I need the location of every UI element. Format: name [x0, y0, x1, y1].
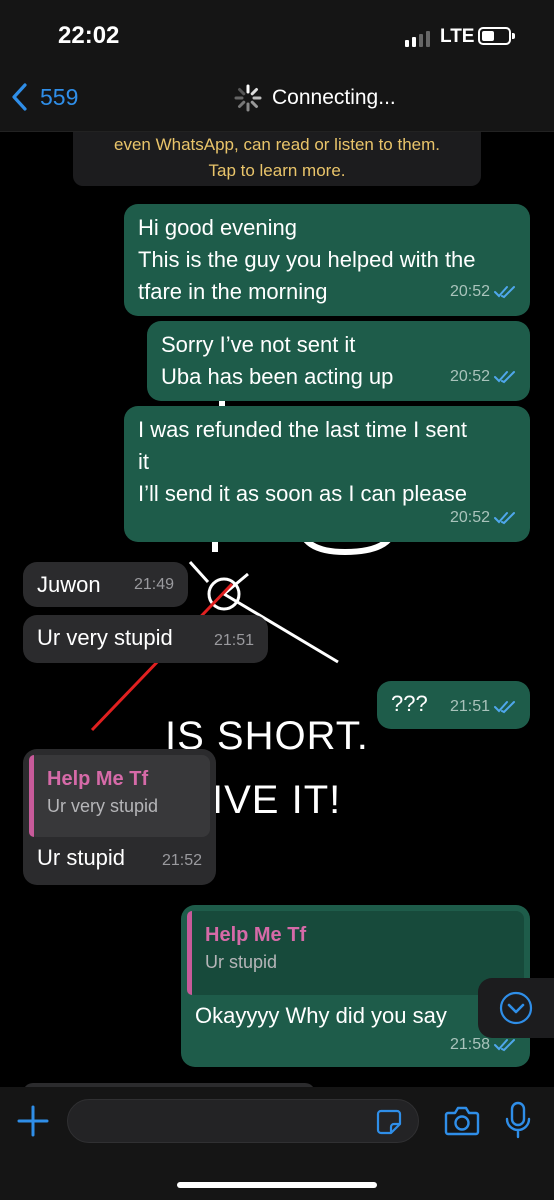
- double-check-icon: [494, 371, 515, 384]
- back-label: 559: [40, 83, 79, 110]
- double-check-icon: [494, 1039, 515, 1052]
- network-type: LTE: [440, 26, 475, 47]
- notice-line-2: Tap to learn more.: [208, 161, 346, 180]
- message-meta: 21:49: [134, 569, 174, 601]
- spinner-icon: [234, 84, 262, 112]
- camera-icon[interactable]: [444, 1105, 480, 1137]
- message-bubble[interactable]: Sorry I’ve not sent it Uba has been acti…: [147, 321, 530, 401]
- quoted-message[interactable]: Help Me Tf Ur stupid: [187, 911, 524, 995]
- message-input[interactable]: [67, 1099, 419, 1143]
- message-text: This is the guy you helped with the: [138, 247, 476, 272]
- quoted-text: Ur stupid: [205, 952, 278, 972]
- message-text: Okayyyy Why did you say: [195, 1003, 447, 1028]
- chat-area[interactable]: IS SHORT. IVE IT! even WhatsApp, can rea…: [0, 132, 554, 1087]
- notice-line-1: even WhatsApp, can read or listen to the…: [113, 135, 440, 154]
- message-bubble[interactable]: I was refunded the last time I sent it I…: [124, 406, 530, 542]
- battery-icon: [478, 27, 515, 45]
- message-meta: 20:52: [450, 502, 516, 534]
- message-text: it: [138, 449, 149, 474]
- message-time: 20:52: [449, 283, 490, 300]
- message-time: 21:51: [449, 698, 490, 715]
- message-time: 21:51: [213, 632, 254, 649]
- encryption-notice[interactable]: even WhatsApp, can read or listen to the…: [73, 132, 481, 186]
- quoted-text: Ur very stupid: [47, 796, 159, 816]
- wallpaper-text-line2: IVE IT!: [212, 778, 342, 822]
- signal-strength-icon: [405, 31, 430, 47]
- message-bubble[interactable]: Ur very stupid 21:51: [23, 615, 268, 663]
- message-bubble[interactable]: ??? 21:51: [377, 681, 530, 729]
- back-button[interactable]: 559: [10, 82, 78, 112]
- message-meta: 20:52: [450, 276, 516, 308]
- message-text: Sorry I’ve not sent it: [161, 332, 356, 357]
- scroll-to-bottom-button[interactable]: [478, 978, 554, 1038]
- plus-icon[interactable]: [16, 1104, 50, 1138]
- chat-header: 559 Connecting...: [0, 70, 554, 132]
- status-bar: 22:02 LTE: [0, 0, 554, 70]
- quoted-message[interactable]: Help Me Tf Ur very stupid: [29, 755, 210, 837]
- chevron-left-icon: [12, 83, 27, 111]
- message-meta: 21:51: [214, 625, 254, 657]
- microphone-icon[interactable]: [505, 1101, 531, 1139]
- header-title: Connecting...: [272, 86, 396, 109]
- double-check-icon: [494, 286, 515, 299]
- message-time: 20:52: [449, 368, 490, 385]
- message-meta: 21:51: [450, 691, 516, 723]
- double-check-icon: [494, 701, 515, 714]
- message-text: Hi good evening: [138, 215, 298, 240]
- message-time: 21:49: [133, 576, 174, 593]
- message-time: 21:52: [161, 852, 202, 869]
- message-bubble[interactable]: Help Me Tf Ur very stupid Ur stupid 21:5…: [23, 749, 216, 885]
- message-meta: 20:52: [450, 361, 516, 393]
- home-indicator: [177, 1182, 377, 1188]
- quoted-sender: Help Me Tf: [205, 924, 307, 946]
- message-meta: 21:52: [162, 845, 202, 877]
- chevron-down-circle-icon: [499, 991, 533, 1025]
- message-time: 20:52: [449, 509, 490, 526]
- message-bubble[interactable]: Help Me Tf Ur stupid Okayyyy Why did you…: [181, 905, 530, 1067]
- quoted-sender: Help Me Tf: [47, 768, 149, 790]
- message-text: I was refunded the last time I sent: [138, 417, 467, 442]
- double-check-icon: [494, 512, 515, 525]
- status-time: 22:02: [58, 22, 120, 49]
- message-bubble[interactable]: Hi good evening This is the guy you help…: [124, 204, 530, 316]
- message-bubble[interactable]: Juwon 21:49: [23, 562, 188, 607]
- sticker-icon[interactable]: [376, 1109, 402, 1135]
- connection-status: Connecting...: [234, 84, 396, 112]
